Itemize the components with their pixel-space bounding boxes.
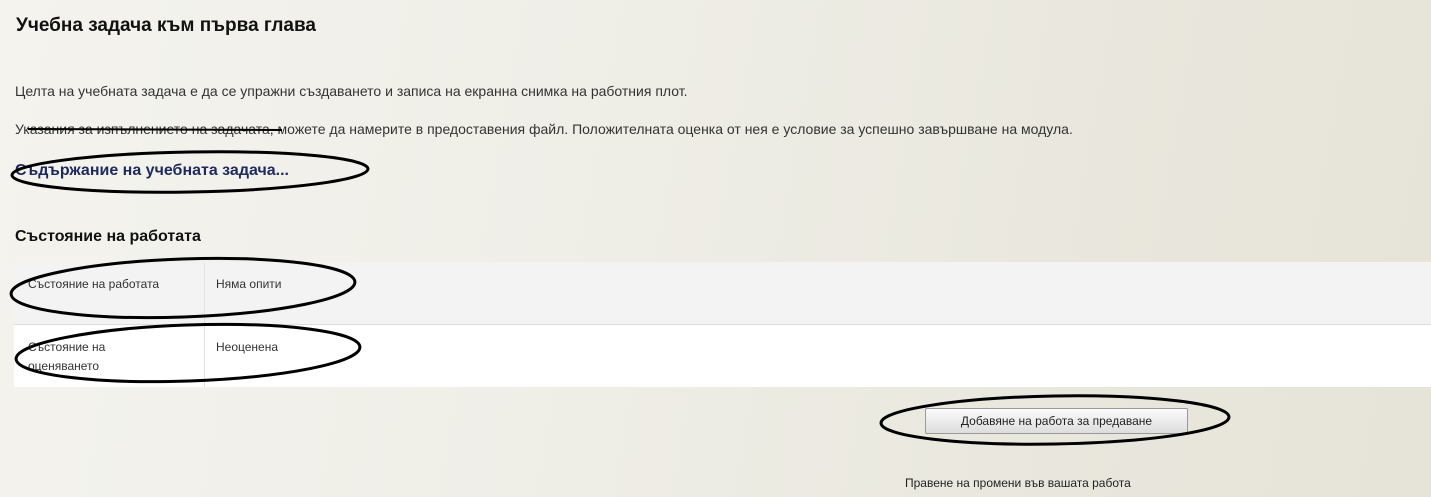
- assignment-content-link[interactable]: Съдържание на учебната задача...: [15, 162, 289, 180]
- cell-divider: [204, 262, 205, 324]
- status-row-submission: Състояние на работата Няма опити: [14, 262, 1431, 324]
- status-value-submission: Няма опити: [216, 277, 282, 291]
- intro-text-instructions: Указания за изпълнението на задачата, мо…: [15, 121, 1073, 137]
- intro-text-goal: Целта на учебната задача е да се упражни…: [15, 83, 688, 99]
- cell-divider: [204, 325, 205, 387]
- status-row-grading: Състояние на оценяването Неоценена: [14, 325, 1431, 387]
- status-label-grading: Състояние на оценяването: [28, 340, 106, 373]
- status-value-grading: Неоценена: [216, 340, 279, 354]
- annotation-layer: [9, 128, 1231, 446]
- status-label-submission: Състояние на работата: [28, 277, 160, 291]
- submission-status-table: Състояние на работата Няма опити Състоян…: [14, 262, 1431, 387]
- page-title: Учебна задача към първа глава: [16, 15, 316, 36]
- edit-submission-help-text: Правене на промени във вашата работа: [905, 476, 1131, 490]
- add-submission-button[interactable]: Добавяне на работа за предаване: [925, 408, 1188, 434]
- submission-status-heading: Състояние на работата: [15, 228, 201, 245]
